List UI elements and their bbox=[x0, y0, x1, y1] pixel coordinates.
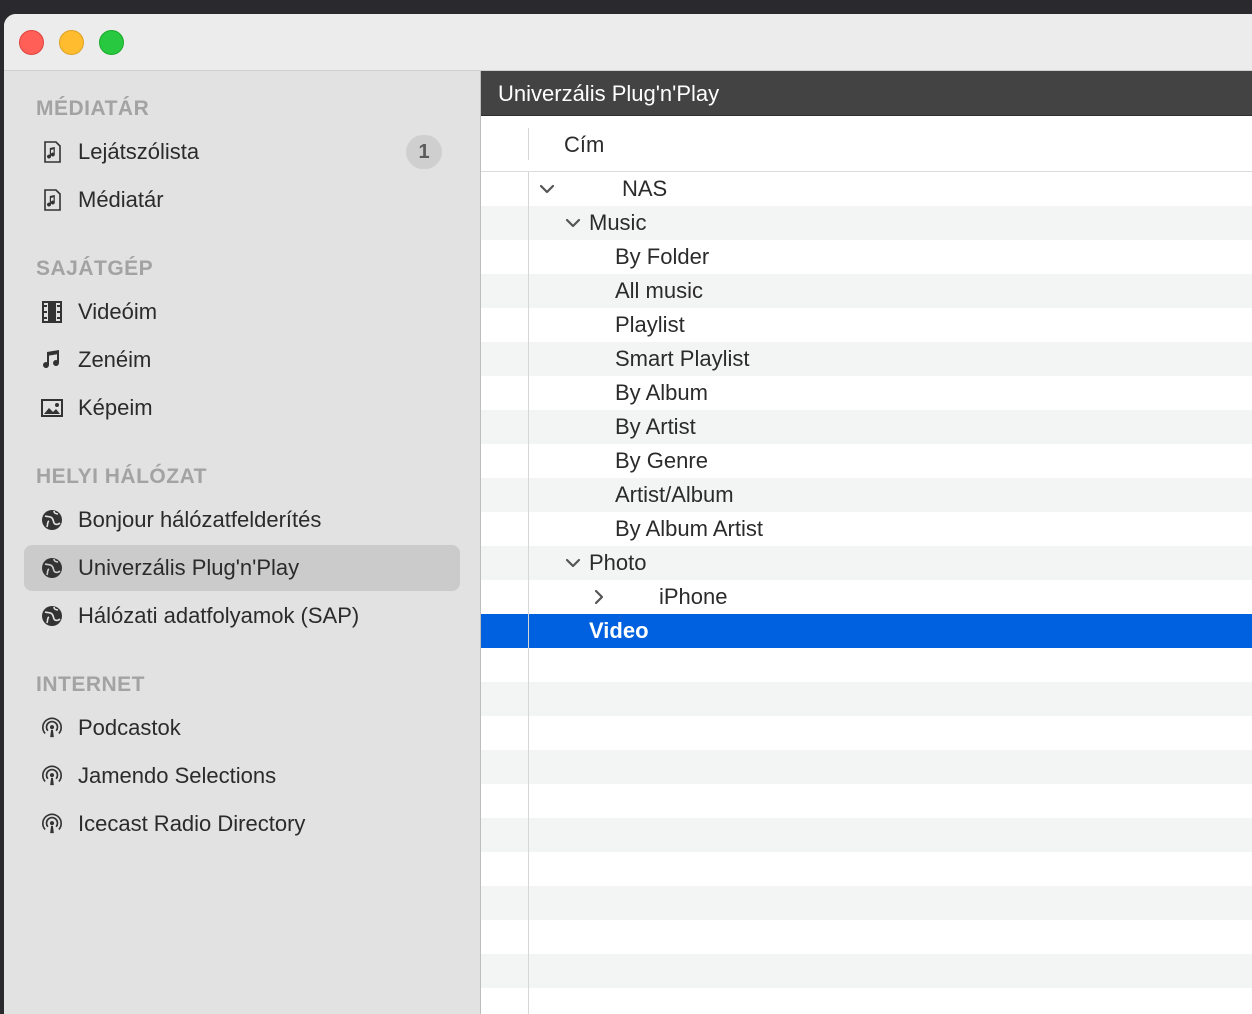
tree-row[interactable]: iPhone bbox=[481, 580, 1252, 614]
empty-row bbox=[481, 818, 1252, 852]
sidebar-item-upnp[interactable]: Univerzális Plug'n'Play bbox=[24, 545, 460, 591]
sidebar-item-videoim[interactable]: Videóim bbox=[24, 289, 460, 335]
column-divider-line bbox=[528, 172, 529, 1014]
tree-row[interactable]: By Folder bbox=[481, 240, 1252, 274]
sidebar-item-lejatszolista[interactable]: Lejátszólista 1 bbox=[24, 129, 460, 175]
title-bar[interactable] bbox=[4, 14, 1252, 71]
column-title[interactable]: Cím bbox=[564, 132, 604, 158]
sidebar-item-label: Jamendo Selections bbox=[78, 763, 277, 788]
sidebar-item-jamendo[interactable]: Jamendo Selections bbox=[24, 753, 460, 799]
column-divider bbox=[528, 128, 529, 160]
tree-row[interactable]: NAS bbox=[481, 172, 1252, 206]
sidebar-item-label: Médiatár bbox=[78, 187, 164, 212]
sidebar-item-kepeim[interactable]: Képeim bbox=[24, 385, 460, 431]
tree-row[interactable]: Playlist bbox=[481, 308, 1252, 342]
tree-row-label: By Genre bbox=[615, 448, 708, 473]
main-panel: Univerzális Plug'n'Play Cím NAS Music By… bbox=[481, 71, 1252, 1014]
sidebar-item-label: Icecast Radio Directory bbox=[78, 811, 306, 836]
tree-row-label: All music bbox=[615, 278, 704, 303]
tree-row-label: Video bbox=[589, 618, 649, 643]
count-badge: 1 bbox=[406, 135, 442, 169]
empty-row bbox=[481, 920, 1252, 954]
picture-icon bbox=[41, 397, 63, 419]
empty-row bbox=[481, 852, 1252, 886]
section-title-internet: INTERNET bbox=[36, 673, 145, 696]
empty-row bbox=[481, 716, 1252, 750]
playlist-icon bbox=[41, 189, 63, 211]
playlist-icon bbox=[41, 141, 63, 163]
network-icon bbox=[41, 509, 63, 531]
sidebar-item-bonjour[interactable]: Bonjour hálózatfelderítés bbox=[24, 497, 460, 543]
tree-row-label: By Album Artist bbox=[615, 516, 763, 541]
film-icon bbox=[41, 301, 63, 323]
music-note-icon bbox=[41, 349, 63, 371]
sidebar-item-label: Univerzális Plug'n'Play bbox=[78, 555, 300, 580]
sidebar: MÉDIATÁR Lejátszólista 1 Médiatár SAJÁTG… bbox=[4, 71, 481, 1014]
tree-row-selected[interactable]: Video bbox=[481, 614, 1252, 648]
tree-row[interactable]: Smart Playlist bbox=[481, 342, 1252, 376]
tree-row-label: Music bbox=[589, 210, 647, 235]
tree-row-label: By Album bbox=[615, 380, 708, 405]
sidebar-item-mediatar[interactable]: Médiatár bbox=[24, 177, 460, 223]
sidebar-item-label: Lejátszólista bbox=[78, 139, 200, 164]
tree-row[interactable]: By Genre bbox=[481, 444, 1252, 478]
network-icon bbox=[41, 605, 63, 627]
sidebar-item-label: Hálózati adatfolyamok (SAP) bbox=[78, 603, 360, 628]
chevron-down-icon[interactable] bbox=[563, 213, 583, 233]
network-icon bbox=[41, 557, 63, 579]
tree-row[interactable]: Music bbox=[481, 206, 1252, 240]
empty-row bbox=[481, 682, 1252, 716]
chevron-down-icon[interactable] bbox=[563, 553, 583, 573]
sidebar-item-label: Képeim bbox=[78, 395, 153, 420]
chevron-right-icon[interactable] bbox=[589, 587, 609, 607]
empty-row bbox=[481, 648, 1252, 682]
zoom-window-button[interactable] bbox=[99, 30, 124, 55]
section-title-sajatgep: SAJÁTGÉP bbox=[36, 257, 154, 280]
tree-view[interactable]: NAS Music By Folder All music Playlist S… bbox=[481, 172, 1252, 1014]
tree-row[interactable]: All music bbox=[481, 274, 1252, 308]
tree-row[interactable]: Photo bbox=[481, 546, 1252, 580]
column-header[interactable]: Cím bbox=[481, 116, 1252, 172]
tree-row-label: By Artist bbox=[615, 414, 696, 439]
empty-row bbox=[481, 954, 1252, 988]
sidebar-item-sap[interactable]: Hálózati adatfolyamok (SAP) bbox=[24, 593, 460, 639]
app-window: MÉDIATÁR Lejátszólista 1 Médiatár SAJÁTG… bbox=[4, 14, 1252, 1014]
tree-row[interactable]: By Album bbox=[481, 376, 1252, 410]
tree-row[interactable]: Artist/Album bbox=[481, 478, 1252, 512]
empty-row bbox=[481, 886, 1252, 920]
podcast-icon bbox=[41, 813, 63, 835]
empty-row bbox=[481, 988, 1252, 1014]
tree-row-label: Photo bbox=[589, 550, 647, 575]
sidebar-item-podcastok[interactable]: Podcastok bbox=[24, 705, 460, 751]
tree-row-label: By Folder bbox=[615, 244, 710, 269]
panel-header: Univerzális Plug'n'Play bbox=[481, 71, 1252, 116]
podcast-icon bbox=[41, 717, 63, 739]
sidebar-item-zeneim[interactable]: Zenéim bbox=[24, 337, 460, 383]
section-title-mediatar: MÉDIATÁR bbox=[36, 97, 150, 120]
tree-row-label: Playlist bbox=[615, 312, 685, 337]
sidebar-item-label: Bonjour hálózatfelderítés bbox=[78, 507, 322, 532]
tree-row-label: iPhone bbox=[659, 584, 728, 609]
sidebar-item-label: Podcastok bbox=[78, 715, 181, 740]
tree-row[interactable]: By Album Artist bbox=[481, 512, 1252, 546]
tree-row-label: Artist/Album bbox=[615, 482, 734, 507]
tree-row-label: Smart Playlist bbox=[615, 346, 750, 371]
sidebar-item-icecast[interactable]: Icecast Radio Directory bbox=[24, 801, 460, 847]
chevron-down-icon[interactable] bbox=[537, 179, 557, 199]
tree-row-label: NAS bbox=[622, 176, 668, 201]
empty-row bbox=[481, 750, 1252, 784]
sidebar-item-label: Zenéim bbox=[78, 347, 152, 372]
empty-row bbox=[481, 784, 1252, 818]
minimize-window-button[interactable] bbox=[59, 30, 84, 55]
close-window-button[interactable] bbox=[19, 30, 44, 55]
section-title-helyi-halozat: HELYI HÁLÓZAT bbox=[36, 465, 208, 488]
podcast-icon bbox=[41, 765, 63, 787]
tree-row[interactable]: By Artist bbox=[481, 410, 1252, 444]
sidebar-item-label: Videóim bbox=[78, 299, 158, 324]
panel-title: Univerzális Plug'n'Play bbox=[498, 81, 720, 106]
